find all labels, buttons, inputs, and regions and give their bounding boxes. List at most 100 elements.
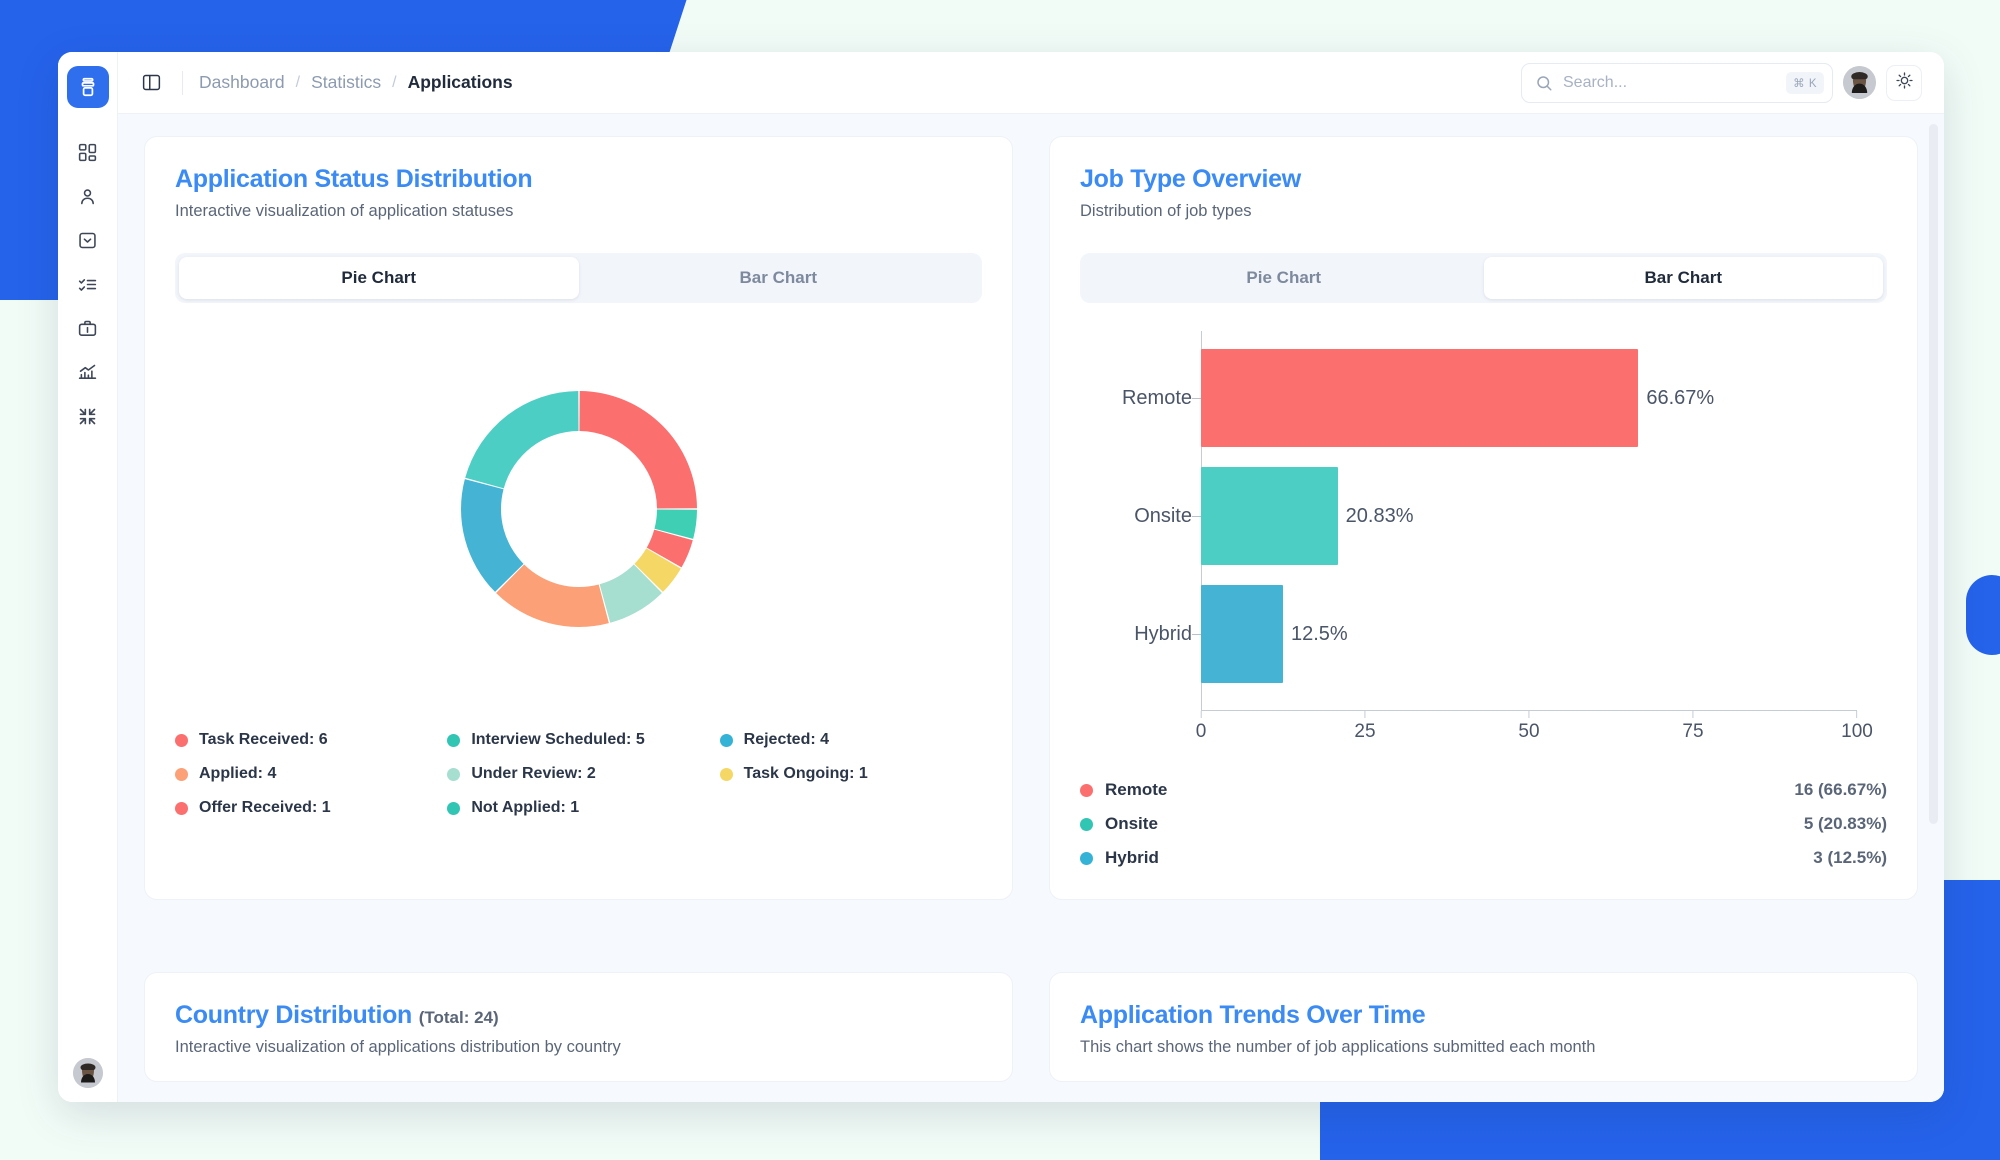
legend-item[interactable]: Task Received: 6 bbox=[175, 731, 437, 749]
sidebar-item-dashboard[interactable] bbox=[67, 134, 109, 176]
legend-label: Not Applied: 1 bbox=[471, 799, 579, 817]
card-application-status-distribution: Application Status Distribution Interact… bbox=[144, 136, 1013, 900]
legend-color-dot bbox=[175, 734, 188, 747]
bar-category-label: Onsite bbox=[1080, 505, 1192, 528]
legend-label: Under Review: 2 bbox=[471, 765, 595, 783]
bar-category-label: Hybrid bbox=[1080, 623, 1192, 646]
legend-value: 3 (12.5%) bbox=[1813, 848, 1887, 868]
y-tick bbox=[1192, 398, 1201, 399]
legend-item[interactable]: Applied: 4 bbox=[175, 765, 437, 783]
bar-onsite[interactable] bbox=[1201, 467, 1338, 565]
panel-toggle-icon[interactable] bbox=[136, 68, 166, 98]
legend-item[interactable]: Onsite 5 (20.83%) bbox=[1080, 807, 1887, 841]
x-tick-label: 100 bbox=[1841, 721, 1873, 742]
legend-color-dot bbox=[1080, 818, 1093, 831]
search-icon bbox=[1535, 74, 1553, 92]
legend-label: Interview Scheduled: 5 bbox=[471, 731, 644, 749]
legend-item[interactable]: Hybrid 3 (12.5%) bbox=[1080, 841, 1887, 875]
y-tick bbox=[1192, 634, 1201, 635]
tab-pie-chart[interactable]: Pie Chart bbox=[1084, 257, 1484, 299]
chart-icon bbox=[77, 362, 98, 388]
legend-label: Rejected: 4 bbox=[744, 731, 829, 749]
legend-item[interactable]: Remote 16 (66.67%) bbox=[1080, 773, 1887, 807]
search-input[interactable] bbox=[1563, 74, 1786, 92]
legend-color-dot bbox=[447, 768, 460, 781]
bar-hybrid[interactable] bbox=[1201, 585, 1283, 683]
sidebar-item-tasks[interactable] bbox=[67, 266, 109, 308]
vertical-scrollbar[interactable] bbox=[1929, 124, 1938, 824]
x-axis-ticks: 0 25 50 75 100 bbox=[1201, 711, 1857, 747]
breadcrumb-item-dashboard[interactable]: Dashboard bbox=[199, 72, 285, 93]
card-subtitle: This chart shows the number of job appli… bbox=[1080, 1038, 1887, 1057]
bar-track: 20.83% bbox=[1201, 467, 1857, 565]
legend-color-dot bbox=[720, 768, 733, 781]
bar-category-label: Remote bbox=[1080, 387, 1192, 410]
theme-toggle-button[interactable] bbox=[1886, 65, 1922, 101]
card-title-text: Country Distribution bbox=[175, 1001, 412, 1029]
x-tick-label: 75 bbox=[1682, 721, 1703, 742]
sidebar-item-collapse[interactable] bbox=[67, 398, 109, 440]
grid-dashboard-icon bbox=[77, 142, 98, 168]
legend-label: Hybrid bbox=[1105, 848, 1159, 868]
sidebar-avatar[interactable] bbox=[73, 1058, 103, 1088]
donut-segment[interactable] bbox=[465, 391, 578, 488]
cards-grid: Application Status Distribution Interact… bbox=[144, 136, 1918, 1082]
legend-item[interactable]: Offer Received: 1 bbox=[175, 799, 437, 817]
donut-chart-svg bbox=[409, 339, 749, 679]
x-tick-label: 50 bbox=[1518, 721, 1539, 742]
content-area: Application Status Distribution Interact… bbox=[118, 114, 1944, 1102]
avatar-image bbox=[73, 1058, 103, 1088]
bar-chart: Remote 66.67% Onsite bbox=[1080, 325, 1887, 755]
bar-track: 66.67% bbox=[1201, 349, 1857, 447]
bar-row: Hybrid 12.5% bbox=[1080, 575, 1857, 693]
bar-remote[interactable] bbox=[1201, 349, 1638, 447]
inbox-icon bbox=[77, 230, 98, 256]
app-window: Dashboard / Statistics / Applications bbox=[58, 52, 1944, 1102]
legend-item[interactable]: Task Ongoing: 1 bbox=[720, 765, 982, 783]
checklist-icon bbox=[77, 274, 98, 300]
card-title: Application Trends Over Time bbox=[1080, 1001, 1887, 1030]
donut-segment[interactable] bbox=[579, 391, 697, 509]
tab-pie-chart[interactable]: Pie Chart bbox=[179, 257, 579, 299]
sidebar-item-statistics[interactable] bbox=[67, 354, 109, 396]
breadcrumb-separator: / bbox=[392, 74, 396, 92]
legend-color-dot bbox=[1080, 784, 1093, 797]
legend-color-dot bbox=[175, 802, 188, 815]
legend-item[interactable]: Under Review: 2 bbox=[447, 765, 709, 783]
legend-item[interactable]: Interview Scheduled: 5 bbox=[447, 731, 709, 749]
legend-value: 5 (20.83%) bbox=[1804, 814, 1887, 834]
screen: Dashboard / Statistics / Applications bbox=[0, 0, 2000, 1160]
main-area: Dashboard / Statistics / Applications bbox=[118, 52, 1944, 1102]
card-title: Country Distribution (Total: 24) bbox=[175, 1001, 982, 1030]
donut-chart bbox=[175, 309, 982, 709]
background-decoration-right bbox=[1966, 575, 2000, 655]
breadcrumb: Dashboard / Statistics / Applications bbox=[199, 72, 513, 93]
tab-bar-chart[interactable]: Bar Chart bbox=[579, 257, 979, 299]
legend-label: Task Received: 6 bbox=[199, 731, 328, 749]
sun-icon bbox=[1895, 71, 1914, 95]
legend-item[interactable]: Not Applied: 1 bbox=[447, 799, 709, 817]
sidebar-item-profile[interactable] bbox=[67, 178, 109, 220]
bar-row: Onsite 20.83% bbox=[1080, 457, 1857, 575]
card-application-trends: Application Trends Over Time This chart … bbox=[1049, 972, 1918, 1082]
legend-color-dot bbox=[447, 802, 460, 815]
tab-bar-chart[interactable]: Bar Chart bbox=[1484, 257, 1884, 299]
sidebar-item-inbox[interactable] bbox=[67, 222, 109, 264]
card-total-badge: (Total: 24) bbox=[419, 1008, 499, 1027]
x-tick-label: 25 bbox=[1354, 721, 1375, 742]
sidebar bbox=[58, 52, 118, 1102]
briefcase-icon bbox=[77, 318, 98, 344]
sidebar-item-jobs[interactable] bbox=[67, 310, 109, 352]
card-subtitle: Interactive visualization of application… bbox=[175, 202, 982, 221]
legend-value: 16 (66.67%) bbox=[1794, 780, 1887, 800]
app-logo-icon[interactable] bbox=[67, 66, 109, 108]
search-box[interactable]: ⌘ K bbox=[1521, 63, 1833, 103]
user-avatar[interactable] bbox=[1843, 66, 1876, 99]
legend-color-dot bbox=[720, 734, 733, 747]
x-tick-label: 0 bbox=[1196, 721, 1207, 742]
jobtype-legend: Remote 16 (66.67%) Onsite 5 (20.83%) Hyb… bbox=[1080, 773, 1887, 875]
breadcrumb-item-statistics[interactable]: Statistics bbox=[311, 72, 381, 93]
topbar-actions: ⌘ K bbox=[1521, 63, 1922, 103]
legend-color-dot bbox=[1080, 852, 1093, 865]
legend-item[interactable]: Rejected: 4 bbox=[720, 731, 982, 749]
